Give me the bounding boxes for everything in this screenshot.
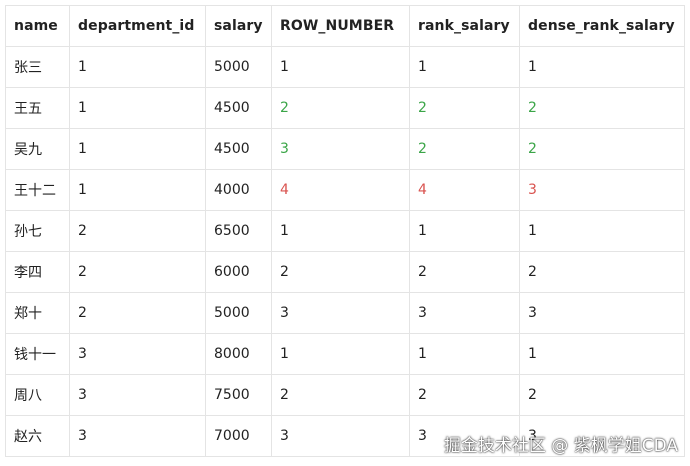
cell-department-id: 2: [69, 251, 206, 293]
cell-dense-rank-salary: 1: [519, 46, 685, 88]
cell-name: 赵六: [5, 415, 70, 457]
cell-rank-salary: 1: [409, 46, 520, 88]
cell-row-number: 2: [271, 87, 410, 129]
cell-name: 周八: [5, 374, 70, 416]
cell-row-number: 1: [271, 210, 410, 252]
table-row: 张三 1 5000 1 1 1: [5, 46, 685, 88]
cell-dense-rank-salary: 2: [519, 251, 685, 293]
column-header-salary: salary: [205, 5, 272, 47]
cell-name: 李四: [5, 251, 70, 293]
cell-salary: 7000: [205, 415, 272, 457]
cell-row-number: 3: [271, 128, 410, 170]
cell-salary: 8000: [205, 333, 272, 375]
cell-dense-rank-salary: 3: [519, 292, 685, 334]
column-header-row-number: ROW_NUMBER: [271, 5, 410, 47]
cell-salary: 7500: [205, 374, 272, 416]
cell-salary: 4500: [205, 128, 272, 170]
table-row: 钱十一 3 8000 1 1 1: [5, 333, 685, 375]
table-row: 王十二 1 4000 4 4 3: [5, 169, 685, 211]
cell-salary: 4000: [205, 169, 272, 211]
table-row: 吴九 1 4500 3 2 2: [5, 128, 685, 170]
cell-name: 王五: [5, 87, 70, 129]
cell-dense-rank-salary: 2: [519, 128, 685, 170]
cell-rank-salary: 2: [409, 251, 520, 293]
cell-row-number: 2: [271, 251, 410, 293]
cell-row-number: 1: [271, 46, 410, 88]
column-header-name: name: [5, 5, 70, 47]
cell-salary: 5000: [205, 46, 272, 88]
cell-dense-rank-salary: 2: [519, 87, 685, 129]
cell-department-id: 3: [69, 374, 206, 416]
column-header-department-id: department_id: [69, 5, 206, 47]
cell-row-number: 3: [271, 292, 410, 334]
cell-row-number: 3: [271, 415, 410, 457]
table-row: 李四 2 6000 2 2 2: [5, 251, 685, 293]
cell-name: 吴九: [5, 128, 70, 170]
cell-name: 王十二: [5, 169, 70, 211]
cell-dense-rank-salary: 1: [519, 333, 685, 375]
cell-salary: 4500: [205, 87, 272, 129]
cell-rank-salary: 2: [409, 87, 520, 129]
cell-name: 张三: [5, 46, 70, 88]
cell-name: 郑十: [5, 292, 70, 334]
cell-salary: 6000: [205, 251, 272, 293]
cell-dense-rank-salary: 3: [519, 169, 685, 211]
cell-row-number: 4: [271, 169, 410, 211]
table-row: 郑十 2 5000 3 3 3: [5, 292, 685, 334]
cell-rank-salary: 2: [409, 128, 520, 170]
cell-department-id: 3: [69, 415, 206, 457]
cell-department-id: 2: [69, 292, 206, 334]
watermark: 掘金技术社区 @ 紫枫学姐CDA: [443, 436, 678, 456]
column-header-rank-salary: rank_salary: [409, 5, 520, 47]
cell-department-id: 1: [69, 169, 206, 211]
cell-department-id: 2: [69, 210, 206, 252]
cell-rank-salary: 1: [409, 333, 520, 375]
cell-dense-rank-salary: 2: [519, 374, 685, 416]
cell-dense-rank-salary: 1: [519, 210, 685, 252]
cell-row-number: 2: [271, 374, 410, 416]
cell-row-number: 1: [271, 333, 410, 375]
cell-salary: 6500: [205, 210, 272, 252]
cell-rank-salary: 4: [409, 169, 520, 211]
column-header-dense-rank-salary: dense_rank_salary: [519, 5, 685, 47]
results-table: name department_id salary ROW_NUMBER ran…: [5, 5, 685, 457]
cell-rank-salary: 2: [409, 374, 520, 416]
cell-department-id: 1: [69, 128, 206, 170]
table-wrapper: name department_id salary ROW_NUMBER ran…: [5, 5, 685, 457]
cell-department-id: 1: [69, 87, 206, 129]
cell-rank-salary: 1: [409, 210, 520, 252]
cell-name: 钱十一: [5, 333, 70, 375]
cell-name: 孙七: [5, 210, 70, 252]
cell-department-id: 1: [69, 46, 206, 88]
cell-department-id: 3: [69, 333, 206, 375]
table-row: 王五 1 4500 2 2 2: [5, 87, 685, 129]
table-row: 周八 3 7500 2 2 2: [5, 374, 685, 416]
cell-salary: 5000: [205, 292, 272, 334]
table-row: 孙七 2 6500 1 1 1: [5, 210, 685, 252]
table-header-row: name department_id salary ROW_NUMBER ran…: [5, 5, 685, 47]
cell-rank-salary: 3: [409, 292, 520, 334]
